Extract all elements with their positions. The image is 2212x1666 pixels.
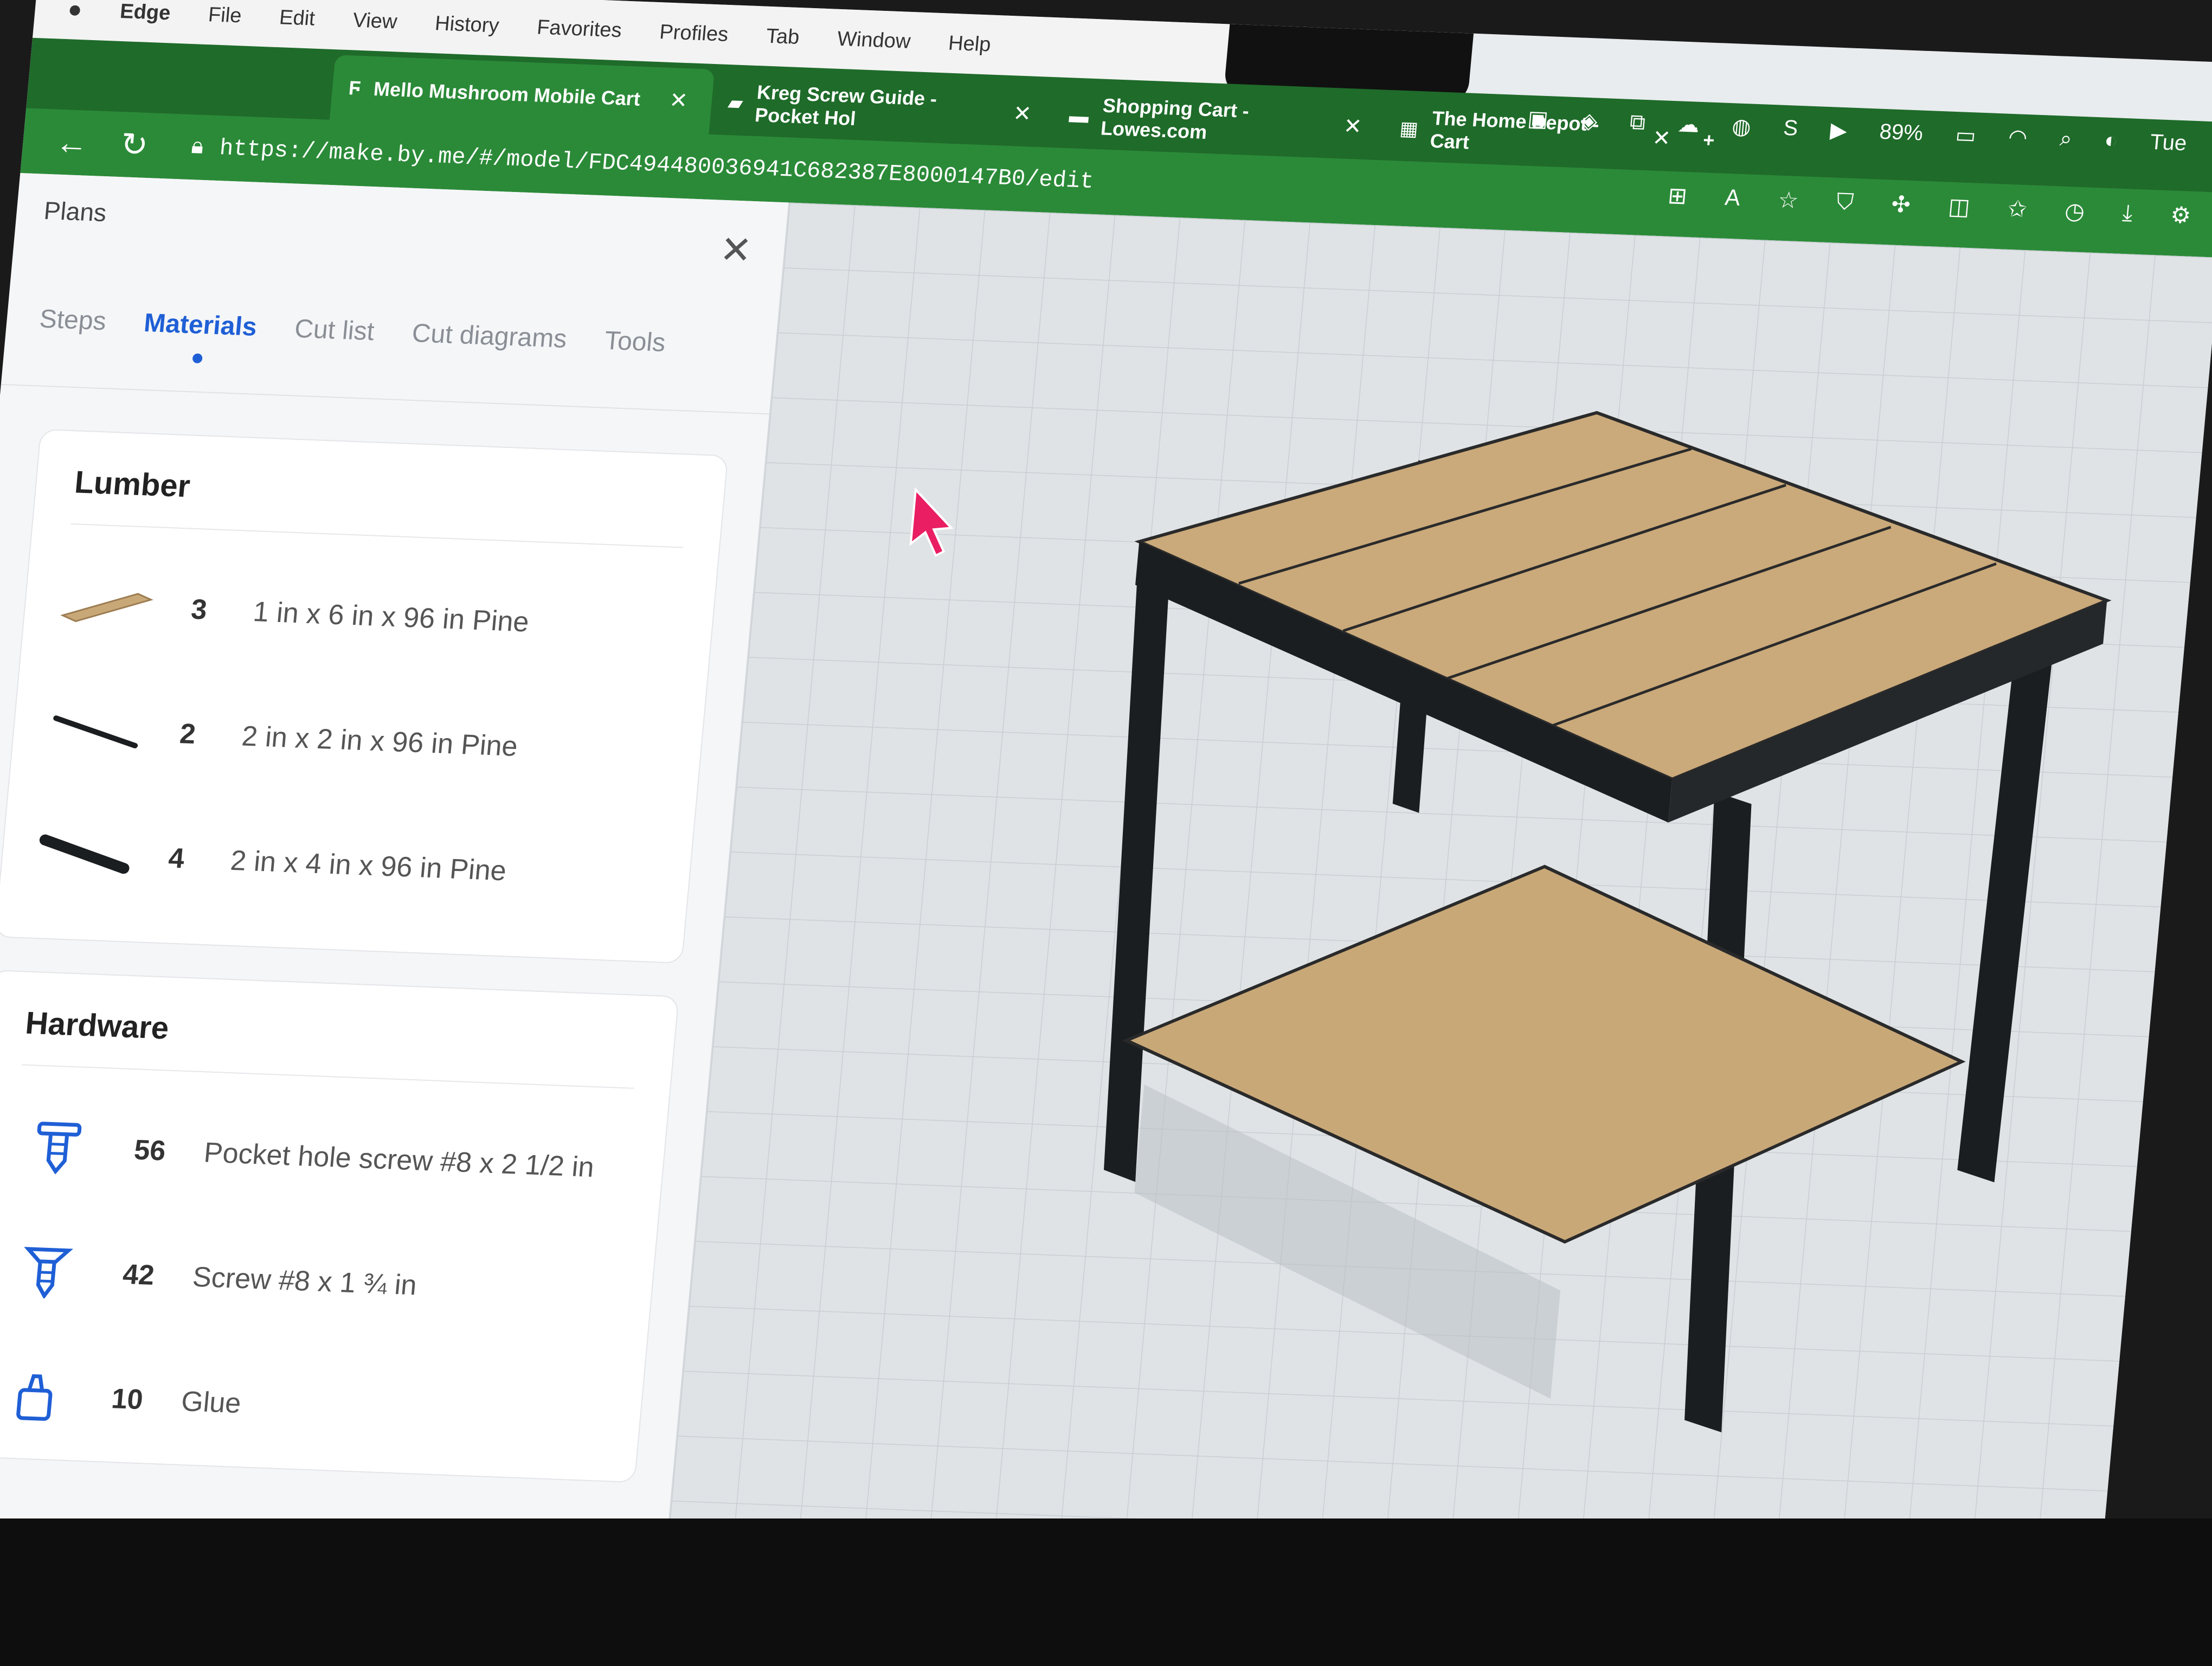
wifi-icon[interactable]: ◠ <box>2007 125 2028 150</box>
board-icon <box>46 585 168 627</box>
menu-favorites[interactable]: Favorites <box>536 16 623 42</box>
cloud-icon[interactable]: ☁ <box>1677 112 1701 137</box>
list-item[interactable]: 3 1 in x 6 in x 96 in Pine <box>43 555 702 678</box>
item-desc: 1 in x 6 in x 96 in Pine <box>252 595 531 638</box>
item-qty: 4 <box>167 842 186 875</box>
extensions-icon[interactable]: ✣ <box>1890 191 1912 218</box>
apple-icon[interactable]: ● <box>67 0 83 23</box>
panel-divider <box>1 383 769 415</box>
list-item[interactable]: 42 Screw #8 x 1 ¾ in <box>0 1220 641 1343</box>
item-qty: 3 <box>190 593 209 626</box>
download-icon[interactable]: ⤓ <box>2121 200 2134 227</box>
home-depot-logo-icon: ▦ <box>1398 117 1419 140</box>
refresh-icon[interactable]: ↻ <box>119 125 150 164</box>
3d-viewport[interactable] <box>659 202 2212 1666</box>
performance-icon[interactable]: ⚙ <box>2169 201 2192 228</box>
menu-profiles[interactable]: Profiles <box>659 21 729 47</box>
favorite-star-icon[interactable]: ☆ <box>1777 187 1800 214</box>
lowes-logo-icon: ▬ <box>1068 104 1090 127</box>
menu-tab[interactable]: Tab <box>765 24 800 49</box>
lock-icon: 🔒︎ <box>190 134 205 161</box>
panel-title: Plans <box>42 196 108 227</box>
play-icon[interactable]: ▶ <box>1829 118 1848 143</box>
split-screen-icon[interactable]: ◫ <box>1947 193 1971 220</box>
menu-history[interactable]: History <box>434 12 500 37</box>
tab-kreg-screw-guide[interactable]: ▰ Kreg Screw Guide - Pocket Hol ✕ <box>709 69 1050 147</box>
read-aloud-icon[interactable]: A <box>1724 184 1741 212</box>
list-item[interactable]: 4 2 in x 4 in x 96 in Pine <box>20 804 679 926</box>
plans-subtabs: Steps Materials Cut list Cut diagrams To… <box>38 304 667 358</box>
globe-icon[interactable]: ◍ <box>1731 114 1752 139</box>
list-item[interactable]: 2 2 in x 2 in x 96 in Pine <box>31 680 690 802</box>
hardware-card: Hardware 56 Pocket hole screw #8 x 2 1/2… <box>0 970 679 1483</box>
tab-steps[interactable]: Steps <box>38 304 108 337</box>
control-center-icon[interactable]: ◐ <box>2104 129 2119 154</box>
laptop-screen: ● Edge File Edit View History Favorites … <box>0 0 2212 1666</box>
battery-text: 89% <box>1878 119 1924 145</box>
battery-icon[interactable]: ▭ <box>1954 123 1977 148</box>
clock-day: Tue <box>2149 130 2188 156</box>
app-grid-icon[interactable]: ⊞ <box>1667 182 1688 209</box>
lumber-card: Lumber 3 1 in x 6 in x 96 in Pine 2 2 in… <box>0 428 729 964</box>
item-qty: 2 <box>178 718 197 751</box>
bitwarden-shield-icon[interactable]: ⛉ <box>1835 189 1855 216</box>
screw-icon <box>0 1242 108 1300</box>
close-panel-icon[interactable]: ✕ <box>718 227 754 273</box>
s-app-icon[interactable]: S <box>1782 116 1799 142</box>
item-desc: Pocket hole screw #8 x 2 1/2 in <box>202 1137 596 1183</box>
back-arrow-icon[interactable]: ← <box>54 123 90 162</box>
favorites-icon[interactable]: ✩ <box>2007 195 2028 222</box>
tab-tools[interactable]: Tools <box>603 326 667 358</box>
tab-title: Mello Mushroom Mobile Cart <box>372 77 641 110</box>
item-qty: 42 <box>121 1258 156 1291</box>
dropbox-icon[interactable]: ◈ <box>1579 108 1599 133</box>
menu-window[interactable]: Window <box>836 27 911 53</box>
excel-icon[interactable]: ▣ <box>1527 106 1549 132</box>
stud-icon <box>23 831 146 879</box>
byme-logo-icon: Ϝ <box>348 76 362 99</box>
item-desc: Screw #8 x 1 ¾ in <box>191 1261 419 1302</box>
item-desc: 2 in x 4 in x 96 in Pine <box>229 844 508 887</box>
screen-share-icon[interactable]: ⧉ <box>1629 110 1647 136</box>
menu-help[interactable]: Help <box>947 31 992 56</box>
item-qty: 56 <box>132 1134 167 1167</box>
tab-cut-list[interactable]: Cut list <box>293 314 376 347</box>
item-desc: 2 in x 2 in x 96 in Pine <box>240 720 519 762</box>
hardware-heading: Hardware <box>24 1005 171 1046</box>
menu-app-name[interactable]: Edge <box>119 0 172 25</box>
stick-icon <box>34 709 157 752</box>
photo-scene: ● Edge File Edit View History Favorites … <box>0 0 2212 1666</box>
kreg-logo-icon: ▰ <box>726 91 744 114</box>
glue-bottle-icon <box>0 1367 97 1425</box>
pocket-screw-icon <box>0 1118 120 1176</box>
tab-lowes-cart[interactable]: ▬ Shopping Cart - Lowes.com ✕ <box>1050 82 1381 160</box>
3d-model-canvas <box>659 202 2212 1666</box>
close-tab-icon[interactable]: ✕ <box>1012 101 1033 126</box>
plans-panel: Plans ✕ Steps Materials Cut list Cut dia… <box>0 173 790 1636</box>
close-tab-icon[interactable]: ✕ <box>668 88 689 113</box>
card-divider <box>22 1064 634 1089</box>
search-icon[interactable]: ⌕ <box>2059 126 2073 152</box>
lumber-heading: Lumber <box>73 464 192 504</box>
tab-cut-diagrams[interactable]: Cut diagrams <box>411 318 568 354</box>
item-desc: Glue <box>179 1385 242 1420</box>
item-qty: 10 <box>110 1383 145 1416</box>
tab-title: Shopping Cart - Lowes.com <box>1099 94 1250 143</box>
tab-materials[interactable]: Materials <box>143 308 258 342</box>
menu-file[interactable]: File <box>207 3 242 28</box>
menu-view[interactable]: View <box>352 9 398 34</box>
close-tab-icon[interactable]: ✕ <box>1342 114 1363 139</box>
card-divider <box>70 523 684 548</box>
tab-title: Kreg Screw Guide - Pocket Hol <box>754 81 938 130</box>
laptop-bezel <box>0 1518 2212 1666</box>
list-item[interactable]: 10 Glue <box>0 1345 630 1468</box>
menu-edit[interactable]: Edit <box>278 6 316 30</box>
list-item[interactable]: 56 Pocket hole screw #8 x 2 1/2 in <box>0 1096 653 1219</box>
history-icon[interactable]: ◷ <box>2063 197 2086 225</box>
